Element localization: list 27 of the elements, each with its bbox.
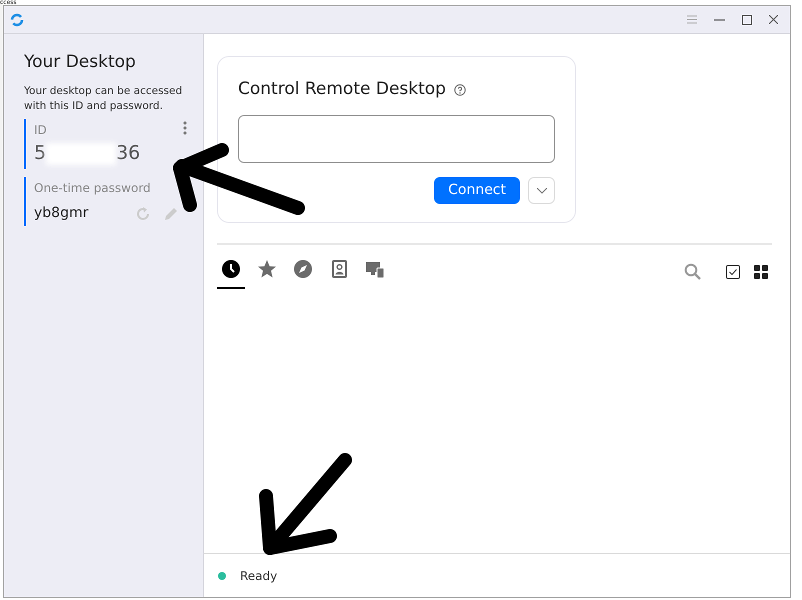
card-title: Control Remote Desktop — [238, 78, 446, 101]
password-label: One-time password — [34, 180, 152, 198]
compass-icon — [293, 259, 313, 280]
id-value-end: 36 — [116, 142, 140, 164]
contact-card-icon — [329, 259, 349, 280]
minimize-icon[interactable] — [714, 18, 725, 20]
password-value: yb8gmr — [34, 204, 88, 224]
checkbox-icon[interactable] — [726, 264, 740, 278]
close-icon[interactable] — [769, 15, 778, 24]
status-text: Ready — [240, 568, 278, 584]
grid-view-icon[interactable] — [754, 264, 768, 278]
connect-button[interactable]: Connect — [434, 176, 520, 204]
help-icon[interactable] — [454, 84, 466, 96]
app-logo-icon — [10, 12, 24, 26]
id-label: ID — [34, 122, 47, 139]
status-dot — [218, 572, 226, 580]
devices-icon — [365, 259, 385, 280]
maximize-icon[interactable] — [742, 14, 752, 24]
search-icon[interactable] — [684, 263, 701, 280]
remote-id-field[interactable] — [238, 114, 555, 162]
sidebar-description: Your desktop can be accessed with this ID and password. — [24, 84, 184, 113]
clock-icon — [221, 259, 241, 280]
id-value-start: 5 — [34, 142, 46, 164]
chevron-down-icon — [536, 188, 546, 194]
more-options-icon[interactable] — [183, 120, 187, 135]
star-icon — [257, 259, 277, 280]
sidebar-title: Your Desktop — [24, 52, 137, 72]
